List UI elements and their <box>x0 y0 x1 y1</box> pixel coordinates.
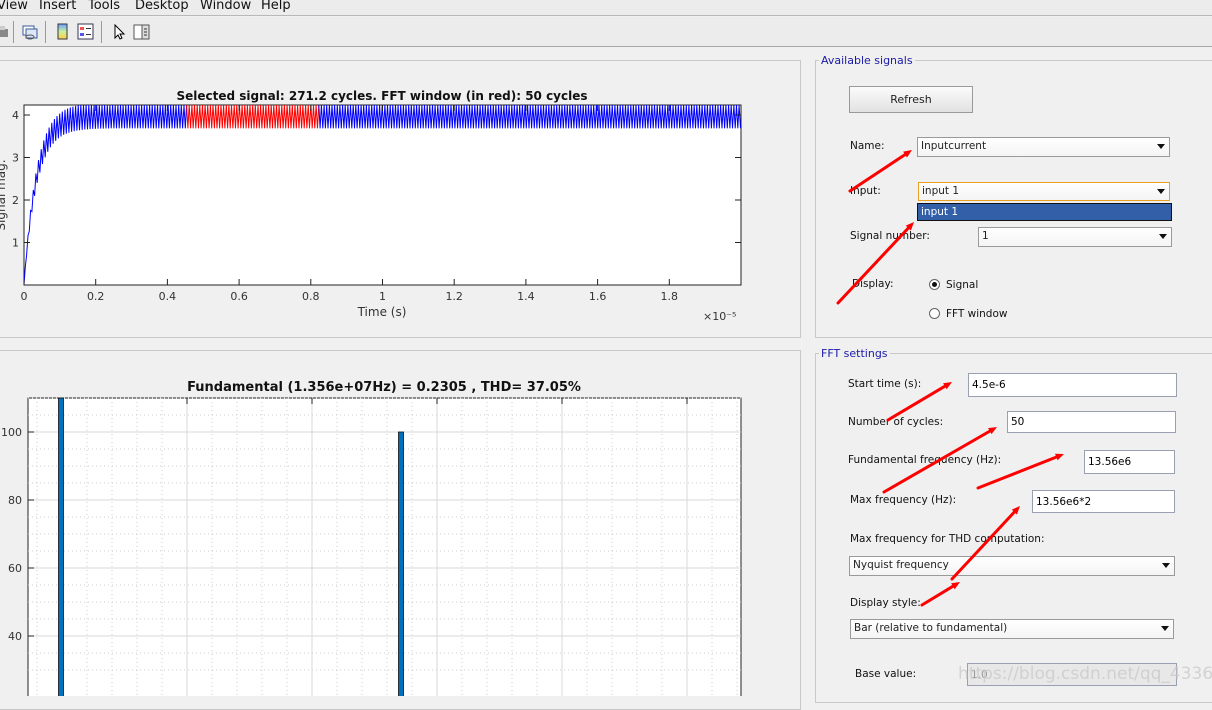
display-style-dropdown[interactable]: Bar (relative to fundamental) <box>850 619 1174 639</box>
signal-number-dropdown[interactable]: 1 <box>978 227 1172 247</box>
base-value-label: Base value: <box>855 668 917 680</box>
property-editor-icon[interactable] <box>133 23 151 41</box>
x-tick-label: 1.2 <box>445 290 463 303</box>
toolbar-separator <box>45 21 46 43</box>
fft-bar <box>58 397 64 696</box>
cycles-label: Number of cycles: <box>848 416 944 428</box>
name-label: Name: <box>850 140 885 152</box>
signal-plot-title: Selected signal: 271.2 cycles. FFT windo… <box>176 89 587 103</box>
menu-help[interactable]: Help <box>261 0 291 13</box>
display-style-label: Display style: <box>850 597 921 609</box>
start-time-input[interactable] <box>968 373 1177 397</box>
fundamental-frequency-label: Fundamental frequency (Hz): <box>848 454 1002 466</box>
chevron-down-icon <box>1161 626 1169 631</box>
start-time-label: Start time (s): <box>848 378 922 390</box>
y-tick-label: 2 <box>12 194 19 207</box>
max-frequency-input[interactable] <box>1032 490 1175 513</box>
chevron-down-icon <box>1159 234 1167 239</box>
input-dropdown[interactable]: input 1 <box>918 182 1170 201</box>
y-tick-label: 100 <box>1 426 22 439</box>
y-tick-label: 80 <box>8 494 22 507</box>
menu-tools[interactable]: Tools <box>88 0 120 13</box>
y-tick-label: 40 <box>8 630 22 643</box>
display-style-value: Bar (relative to fundamental) <box>854 622 1008 634</box>
cycles-input[interactable] <box>1007 411 1176 433</box>
toolbar-separator <box>13 21 14 43</box>
x-tick-label: 1.8 <box>661 290 679 303</box>
display-label: Display: <box>852 278 894 290</box>
link-icon[interactable] <box>21 23 39 41</box>
toolbar <box>0 17 1212 47</box>
watermark: https://blog.csdn.net/qq_43360393 <box>958 664 1212 684</box>
colorbar-icon[interactable] <box>54 23 72 41</box>
available-signals-title: Available signals <box>819 54 915 67</box>
menu-desktop[interactable]: Desktop <box>135 0 189 13</box>
x-tick-label: 1.6 <box>589 290 607 303</box>
x-tick-label: 0.2 <box>87 290 105 303</box>
print-icon[interactable] <box>0 23 10 41</box>
legend-icon[interactable] <box>77 23 95 41</box>
signal-number-label: Signal number: <box>850 230 930 242</box>
signal-ylabel: Signal mag. <box>0 159 8 230</box>
menu-view[interactable]: View <box>0 0 28 13</box>
thd-frequency-label: Max frequency for THD computation: <box>850 533 1045 545</box>
x-tick-label: 0.4 <box>159 290 177 303</box>
fft-window-radio[interactable] <box>929 308 940 319</box>
fft-plot: Fundamental (1.356e+07Hz) = 0.2305 , THD… <box>1 380 742 696</box>
signal-plot: Selected signal: 271.2 cycles. FFT windo… <box>0 89 742 323</box>
fft-settings-group <box>815 353 1212 703</box>
menu-insert[interactable]: Insert <box>39 0 76 13</box>
x-tick-label: 0 <box>21 290 28 303</box>
toolbar-separator <box>101 21 102 43</box>
thd-frequency-value: Nyquist frequency <box>853 559 949 571</box>
menu-bar: View Insert Tools Desktop Window Help <box>0 0 1212 16</box>
x-exponent-label: ×10⁻⁵ <box>703 310 736 323</box>
menu-window[interactable]: Window <box>200 0 251 13</box>
fft-plot-title: Fundamental (1.356e+07Hz) = 0.2305 , THD… <box>187 380 581 395</box>
thd-frequency-dropdown[interactable]: Nyquist frequency <box>849 556 1175 576</box>
chevron-down-icon <box>1157 144 1165 149</box>
signal-xlabel: Time (s) <box>357 305 407 319</box>
fft-settings-title: FFT settings <box>819 347 890 360</box>
signal-number-value: 1 <box>982 230 989 242</box>
chevron-down-icon <box>1157 189 1165 194</box>
x-tick-label: 1.4 <box>517 290 535 303</box>
y-tick-label: 1 <box>12 237 19 250</box>
input-option[interactable]: input 1 <box>917 203 1172 221</box>
name-value: Inputcurrent <box>921 140 987 152</box>
name-dropdown[interactable]: Inputcurrent <box>917 137 1170 157</box>
x-tick-label: 0.8 <box>302 290 320 303</box>
fft-window-radio-label: FFT window <box>946 308 1008 320</box>
input-value: input 1 <box>922 185 960 197</box>
signal-radio[interactable] <box>929 279 940 290</box>
pointer-icon[interactable] <box>111 23 129 41</box>
max-frequency-label: Max frequency (Hz): <box>850 494 957 506</box>
signal-axes <box>23 104 742 286</box>
y-tick-label: 60 <box>8 562 22 575</box>
fft-bar <box>398 431 404 696</box>
chevron-down-icon <box>1162 563 1170 568</box>
fundamental-frequency-input[interactable] <box>1084 450 1175 474</box>
refresh-button[interactable]: Refresh <box>849 86 973 113</box>
y-tick-label: 3 <box>12 152 19 165</box>
x-tick-label: 1 <box>379 290 386 303</box>
input-label: Input: <box>850 185 881 197</box>
signal-radio-label: Signal <box>946 279 979 291</box>
x-tick-label: 0.6 <box>230 290 248 303</box>
y-tick-label: 4 <box>12 109 19 122</box>
fft-axes <box>27 397 742 696</box>
